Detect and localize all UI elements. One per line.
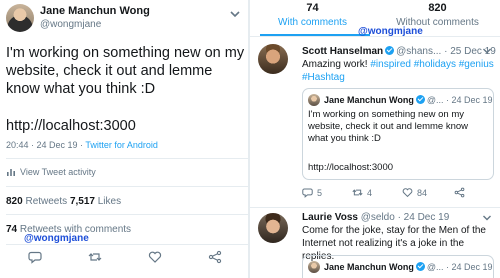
tab-bar: 74 With comments 820 Without comments @w…: [250, 0, 500, 37]
quote-actions: 5 4 84: [302, 187, 496, 201]
engagement-counts[interactable]: 820 Retweets 7,517 Likes: [6, 196, 121, 207]
activity-icon: [7, 169, 15, 176]
tweet-body: I'm working on something new on my websi…: [6, 45, 245, 97]
quoted-author-avatar: [308, 94, 320, 106]
author-meta: @shans... · 25 Dec 19: [396, 46, 496, 57]
activity-label: View Tweet activity: [20, 167, 96, 177]
tab-count: 820: [428, 2, 447, 14]
tweet-time: 20:44 · 24 Dec 19 ·: [6, 140, 86, 150]
likes-label: Likes: [94, 196, 122, 207]
quote-text-plain: Amazing work!: [302, 59, 371, 70]
tweet-client-link[interactable]: Twitter for Android: [85, 140, 158, 150]
tab-without-comments[interactable]: 820 Without comments: [375, 2, 500, 28]
divider: [250, 36, 500, 37]
reply-icon: [302, 188, 313, 198]
like-icon: [402, 188, 413, 198]
retweets-count: 820: [6, 196, 23, 207]
tab-count: 74: [306, 2, 319, 14]
quoted-author-meta: @... · 24 Dec 19: [426, 95, 493, 105]
view-tweet-activity[interactable]: View Tweet activity: [6, 167, 96, 177]
author-name: Laurie Voss: [302, 212, 358, 223]
quoted-author-name: Jane Manchun Wong: [324, 95, 414, 105]
caret-down-icon[interactable]: [482, 47, 492, 55]
verified-icon: [385, 46, 395, 55]
retweet-action[interactable]: 4: [352, 187, 372, 198]
left-tweet-detail: Jane Manchun Wong @wongmjane I'm working…: [0, 0, 248, 278]
retweet-count: 4: [367, 187, 373, 198]
retweet-icon: [352, 189, 363, 196]
reply-icon[interactable]: [28, 250, 42, 264]
tweet-actions: [0, 250, 248, 266]
quoted-author-name: Jane Manchun Wong: [324, 262, 414, 272]
tweet-meta: 20:44 · 24 Dec 19 · Twitter for Android: [6, 140, 158, 150]
like-icon[interactable]: [148, 250, 162, 264]
quoted-author: Jane Manchun Wong @... · 24 Dec 19: [324, 94, 493, 105]
share-icon: [454, 187, 465, 198]
divider: [6, 214, 248, 215]
quoted-tweet-card[interactable]: Jane Manchun Wong @... · 24 Dec 19: [302, 255, 494, 278]
tab-label: With comments: [278, 17, 347, 28]
caret-down-icon[interactable]: [482, 214, 492, 222]
caret-down-icon[interactable]: [229, 9, 241, 19]
retweets-label: Retweets: [22, 196, 70, 207]
quoted-author: Jane Manchun Wong @... · 24 Dec 19: [324, 261, 493, 272]
like-count: 84: [417, 187, 428, 198]
divider: [6, 186, 248, 187]
author-meta: @seldo · 24 Dec 19: [360, 212, 450, 223]
quoted-url: http://localhost:3000: [308, 162, 394, 173]
author-avatar[interactable]: [258, 44, 288, 74]
share-icon[interactable]: [208, 250, 222, 264]
quote-text: Amazing work! #inspired #holidays #geniu…: [302, 58, 496, 84]
reply-count: 5: [317, 187, 323, 198]
quote-author[interactable]: Scott Hanselman @shans... · 25 Dec 19: [302, 45, 496, 57]
watermark-handle: @wongmjane: [24, 233, 89, 244]
divider: [6, 244, 248, 245]
quoted-author-avatar: [308, 261, 320, 273]
author-name: Scott Hanselman: [302, 46, 384, 57]
author-handle[interactable]: @wongmjane: [40, 19, 101, 30]
retweet-icon[interactable]: [88, 250, 102, 264]
verified-icon: [415, 262, 425, 271]
quoted-tweet-card[interactable]: Jane Manchun Wong @... · 24 Dec 19 I'm wo…: [302, 88, 494, 180]
author-avatar[interactable]: [6, 4, 34, 32]
tab-with-comments[interactable]: 74 With comments: [250, 2, 375, 28]
quote-author[interactable]: Laurie Voss @seldo · 24 Dec 19: [302, 212, 449, 223]
verified-icon: [415, 95, 425, 104]
author-avatar[interactable]: [258, 213, 288, 243]
tweet-url[interactable]: http://localhost:3000: [6, 118, 136, 134]
reply-action[interactable]: 5: [302, 187, 322, 198]
divider: [6, 158, 248, 159]
like-action[interactable]: 84: [402, 187, 427, 198]
right-quote-list: 74 With comments 820 Without comments @w…: [250, 0, 500, 278]
author-name[interactable]: Jane Manchun Wong: [40, 5, 150, 17]
comments-count: 74: [6, 224, 18, 235]
quoted-author-meta: @... · 24 Dec 19: [426, 262, 493, 272]
share-action[interactable]: [454, 187, 465, 198]
likes-count: 7,517: [69, 196, 95, 207]
quoted-text: I'm working on something new on my websi…: [308, 109, 468, 144]
divider: [250, 207, 500, 208]
